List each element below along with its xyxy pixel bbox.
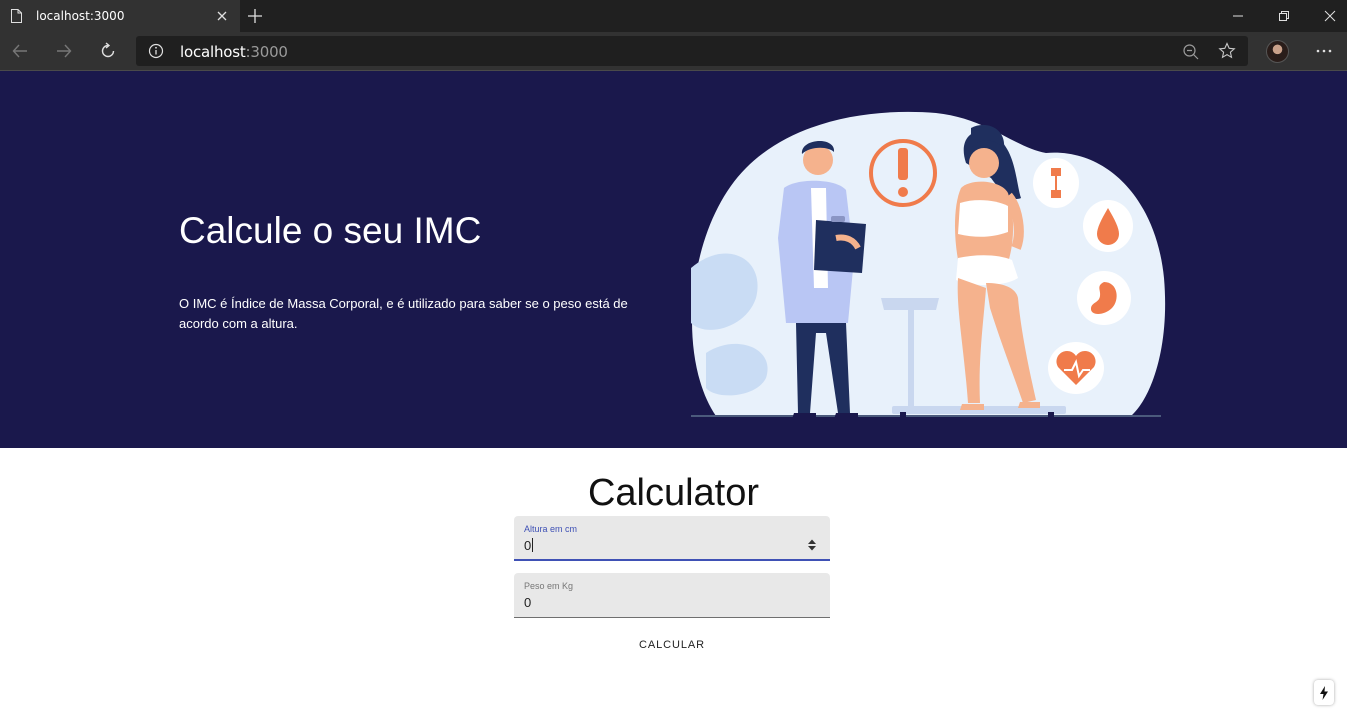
restore-icon xyxy=(1279,11,1289,21)
zoom-out-icon[interactable] xyxy=(1182,43,1200,61)
back-button[interactable] xyxy=(6,38,34,64)
peso-input[interactable]: 0 xyxy=(524,595,531,610)
lightning-icon xyxy=(1320,685,1328,700)
profile-avatar[interactable] xyxy=(1266,40,1289,63)
url-port: :3000 xyxy=(245,43,288,61)
close-window-button[interactable] xyxy=(1307,0,1347,32)
refresh-icon xyxy=(101,42,115,58)
peso-label: Peso em Kg xyxy=(524,581,574,591)
minimize-button[interactable] xyxy=(1215,0,1261,32)
close-tab-icon[interactable] xyxy=(215,9,229,23)
address-bar[interactable]: localhost:3000 xyxy=(136,36,1248,66)
new-tab-icon[interactable] xyxy=(246,7,264,25)
url-text[interactable]: localhost:3000 xyxy=(180,43,288,61)
doctor-patient-illustration xyxy=(691,111,1166,419)
number-spinner-icon[interactable] xyxy=(807,538,817,552)
forward-arrow-icon xyxy=(57,44,72,58)
fast-refresh-indicator[interactable] xyxy=(1314,680,1334,705)
peso-field[interactable]: Peso em Kg 0 xyxy=(514,573,830,618)
more-dots-icon xyxy=(1316,49,1332,53)
hero-title: Calcule o seu IMC xyxy=(179,210,482,251)
refresh-button[interactable] xyxy=(94,38,122,64)
close-icon xyxy=(1324,10,1336,22)
favorite-star-icon[interactable] xyxy=(1218,42,1236,60)
tab-title: localhost:3000 xyxy=(36,9,125,23)
info-icon[interactable] xyxy=(148,43,164,59)
browser-tab[interactable]: localhost:3000 xyxy=(0,0,240,32)
browser-toolbar: localhost:3000 xyxy=(0,32,1347,71)
back-arrow-icon xyxy=(12,44,27,58)
calcular-button[interactable]: CALCULAR xyxy=(631,633,713,657)
text-caret xyxy=(532,538,534,552)
hero-section: Calcule o seu IMC O IMC é Índice de Mass… xyxy=(0,71,1347,448)
forward-button[interactable] xyxy=(50,38,78,64)
url-host: localhost xyxy=(180,43,246,61)
more-options-button[interactable] xyxy=(1310,40,1338,62)
page-icon xyxy=(11,9,22,23)
browser-titlebar: localhost:3000 xyxy=(0,0,1347,32)
altura-input[interactable]: 0 xyxy=(524,538,534,553)
altura-field[interactable]: Altura em cm 0 xyxy=(514,516,830,561)
calculator-title: Calculator xyxy=(587,472,760,514)
minimize-icon xyxy=(1233,15,1243,17)
hero-description: O IMC é Índice de Massa Corporal, e é ut… xyxy=(179,296,628,331)
altura-label: Altura em cm xyxy=(524,524,578,534)
restore-button[interactable] xyxy=(1261,0,1307,32)
altura-value: 0 xyxy=(524,538,532,553)
